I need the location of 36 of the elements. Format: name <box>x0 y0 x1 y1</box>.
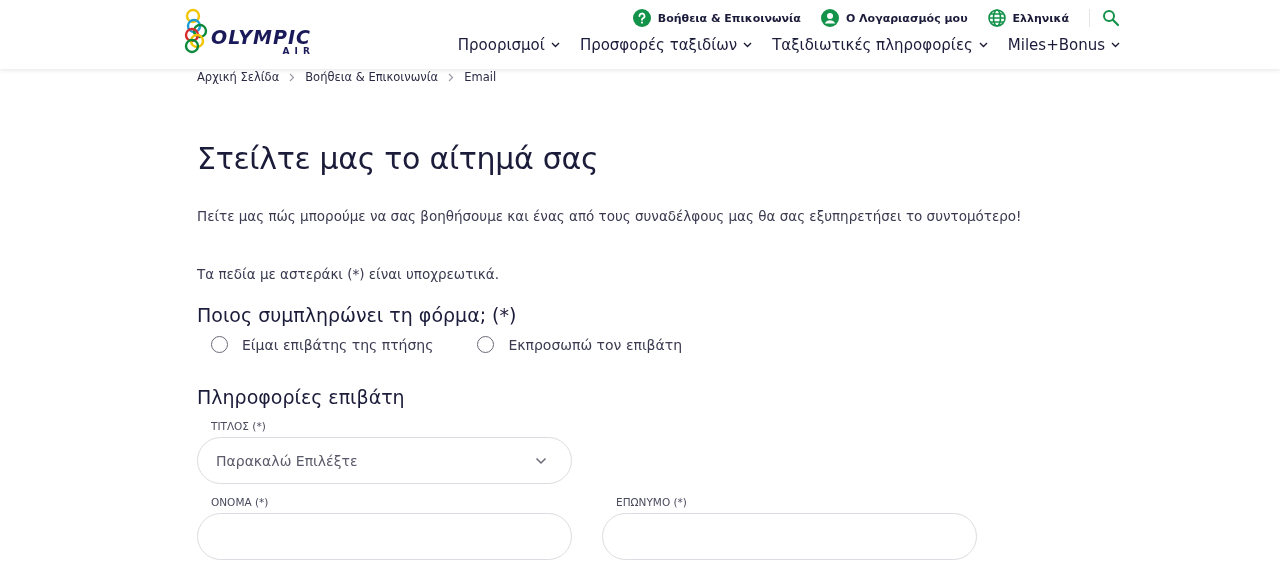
breadcrumb-link[interactable]: Email <box>464 70 497 84</box>
nav-menu-item[interactable]: Προορισμοί <box>457 36 560 54</box>
chevron-right-icon <box>289 72 296 82</box>
utility-link[interactable]: Βοήθεια & Επικοινωνία <box>632 9 801 27</box>
input-field[interactable] <box>197 513 572 560</box>
chevron-right-icon <box>448 72 455 82</box>
section-heading: Πληροφορίες επιβάτη <box>197 386 406 408</box>
page-title: Στείλτε μας το αίτημά σας <box>197 141 600 177</box>
user-icon <box>820 9 839 27</box>
field-label: ΤΙΤΛΟΣ (*) <box>210 420 267 432</box>
chevron-down-icon <box>1111 42 1120 48</box>
chevron-down-icon <box>535 456 547 465</box>
utility-link[interactable]: Ο Λογαριασμός μου <box>820 9 968 27</box>
input-field[interactable] <box>602 513 977 560</box>
rings-icon <box>183 8 209 54</box>
globe-icon <box>987 9 1006 27</box>
help-icon <box>632 9 651 27</box>
breadcrumb-link[interactable]: Βοήθεια & Επικοινωνία <box>305 70 439 84</box>
breadcrumb-link[interactable]: Αρχική Σελίδα <box>197 70 280 84</box>
radio-option[interactable]: Εκπροσωπώ τον επιβάτη <box>477 336 683 353</box>
chevron-down-icon <box>743 42 753 48</box>
required-note: Τα πεδία με αστεράκι (*) είναι υποχρεωτικά. <box>197 266 500 282</box>
chevron-down-icon <box>978 42 988 48</box>
chevron-down-icon <box>550 42 560 48</box>
intro-text: Πείτε μας πώς μπορούμε να σας βοηθήσουμε και ένας από τους συναδέλφους μας θα σας εξυπηρετήσει το συντομότερο! <box>197 208 1023 224</box>
field-label: ΟΝΟΜΑ (*) <box>210 496 270 508</box>
utility-link[interactable]: Ελληνικά <box>987 9 1069 27</box>
nav-menu-item[interactable]: Προσφορές ταξιδίων <box>579 36 753 54</box>
logo[interactable]: OLYMPIC A I R <box>183 0 311 56</box>
radio-option[interactable]: Είμαι επιβάτης της πτήσης <box>211 336 434 353</box>
title-dropdown[interactable]: Παρακαλώ Επιλέξτε <box>197 437 572 484</box>
search-icon[interactable] <box>1102 9 1120 27</box>
section-heading: Ποιος συμπληρώνει τη φόρμα; (*) <box>197 304 518 326</box>
nav-menu-item[interactable]: Miles+Bonus <box>1007 36 1120 54</box>
field-label: ΕΠΩΝΥΜΟ (*) <box>615 496 688 508</box>
nav-menu-item[interactable]: Ταξιδιωτικές πληροφορίες <box>772 36 988 54</box>
